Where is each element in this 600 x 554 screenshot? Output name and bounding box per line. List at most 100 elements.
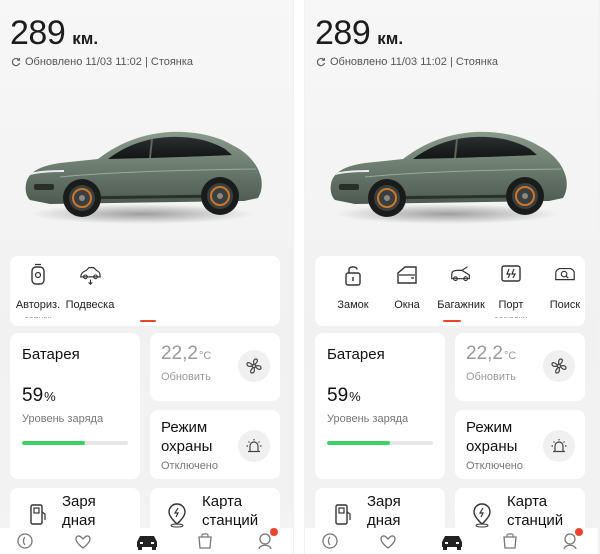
mileage-display: 289 км. xyxy=(10,14,98,53)
window-icon xyxy=(397,266,417,284)
climate-button[interactable] xyxy=(238,350,270,382)
tab-home[interactable] xyxy=(14,530,36,552)
quick-action-label: Поиск xyxy=(549,299,581,311)
battery-title: Батарея xyxy=(22,346,80,363)
quick-action-trunk[interactable]: Багажник xyxy=(433,256,489,326)
car-image[interactable] xyxy=(325,122,570,226)
mileage-display: 289 км. xyxy=(315,14,403,53)
screen-left: 289 км. Обновлено 11/03 11:02 | Стоянка … xyxy=(0,0,293,554)
quick-action-lock[interactable]: Замок xyxy=(325,256,381,326)
tab-profile[interactable] xyxy=(254,528,278,552)
mileage-unit: км. xyxy=(72,29,99,48)
shop-icon xyxy=(198,533,212,549)
alarm-icon xyxy=(551,439,567,453)
refresh-icon[interactable] xyxy=(11,57,21,67)
update-status-text: Обновлено 11/03 11:02 | Стоянка xyxy=(25,56,194,68)
battery-card[interactable]: Батарея 59% Уровень заряда xyxy=(10,333,140,479)
alarm-icon xyxy=(246,439,262,453)
quick-action-sublabel: запуск xyxy=(10,314,66,318)
map-pin-bolt-icon xyxy=(168,503,186,528)
guard-mode-button[interactable] xyxy=(543,430,575,462)
battery-card[interactable]: Батарея 59% Уровень заряда xyxy=(315,333,445,479)
quick-action-charge-port[interactable]: Порт зарядки xyxy=(483,256,539,326)
screen-right: 289 км. Обновлено 11/03 11:02 | Стоянка … xyxy=(305,0,598,554)
guard-mode-title: Режим охраны xyxy=(161,419,213,455)
guard-mode-button[interactable] xyxy=(238,430,270,462)
guard-mode-status: Отключено xyxy=(466,460,523,472)
home-icon xyxy=(322,533,338,549)
car-icon xyxy=(137,536,157,550)
guard-mode-card[interactable]: Режим охраны Отключено xyxy=(150,410,280,479)
guard-mode-status: Отключено xyxy=(161,460,218,472)
climate-refresh-label: Обновить xyxy=(466,371,516,383)
battery-label: Уровень заряда xyxy=(22,413,104,425)
update-status[interactable]: Обновлено 11/03 11:02 | Стоянка xyxy=(316,56,498,68)
climate-refresh-label: Обновить xyxy=(161,371,211,383)
update-status[interactable]: Обновлено 11/03 11:02 | Стоянка xyxy=(11,56,193,68)
map-pin-bolt-icon xyxy=(473,503,491,528)
cabin-temperature: 22,2°C xyxy=(466,343,517,364)
battery-bar-fill xyxy=(327,441,390,445)
quick-actions: Авториз. запуск Подвеска xyxy=(10,256,280,326)
tab-profile[interactable] xyxy=(559,528,583,552)
quick-action-autostart[interactable]: Авториз. запуск xyxy=(10,256,66,326)
notification-badge xyxy=(575,528,583,536)
climate-button[interactable] xyxy=(543,350,575,382)
tab-car[interactable] xyxy=(439,530,465,552)
screen-divider xyxy=(294,0,304,554)
charging-title: Заря дная xyxy=(62,493,96,529)
battery-percent: 59% xyxy=(327,385,361,406)
quick-action-find-car[interactable]: Поиск xyxy=(537,256,585,326)
bottom-tab-bar xyxy=(305,528,598,554)
battery-title: Батарея xyxy=(327,346,385,363)
charging-title: Заря дная xyxy=(367,493,401,529)
discover-icon xyxy=(380,535,396,549)
page-indicator xyxy=(140,320,156,322)
discover-icon xyxy=(75,535,91,549)
cabin-temperature: 22,2°C xyxy=(161,343,212,364)
update-status-text: Обновлено 11/03 11:02 | Стоянка xyxy=(330,56,499,68)
quick-actions: Замок Окна Багажник Порт зарядки Поиск xyxy=(315,256,585,326)
page-indicator xyxy=(443,320,461,322)
tab-shop[interactable] xyxy=(499,530,521,552)
car-search-icon xyxy=(555,267,575,281)
charger-icon xyxy=(30,504,46,525)
suspension-icon xyxy=(80,267,101,286)
battery-percent: 59% xyxy=(22,385,56,406)
battery-bar xyxy=(327,441,433,445)
charge-port-icon xyxy=(501,265,521,282)
shop-icon xyxy=(503,533,517,549)
bottom-tab-bar xyxy=(0,528,293,554)
climate-card[interactable]: 22,2°C Обновить xyxy=(150,333,280,401)
quick-action-windows[interactable]: Окна xyxy=(379,256,435,326)
battery-bar-fill xyxy=(22,441,85,445)
key-fob-icon xyxy=(31,263,45,285)
mileage-unit: км. xyxy=(377,29,404,48)
tab-discover[interactable] xyxy=(72,530,94,552)
tab-discover[interactable] xyxy=(377,530,399,552)
quick-action-suspension[interactable]: Подвеска xyxy=(62,256,118,326)
lock-icon xyxy=(345,266,361,286)
mileage-value: 289 xyxy=(10,14,66,52)
car-icon xyxy=(442,536,462,550)
guard-mode-card[interactable]: Режим охраны Отключено xyxy=(455,410,585,479)
tab-home[interactable] xyxy=(319,530,341,552)
battery-label: Уровень заряда xyxy=(327,413,409,425)
charging-map-title: Карта станций xyxy=(507,493,564,529)
notification-badge xyxy=(270,528,278,536)
tab-car[interactable] xyxy=(134,530,160,552)
quick-action-sublabel: зарядки xyxy=(483,314,539,318)
fan-icon xyxy=(246,358,262,374)
home-icon xyxy=(17,533,33,549)
fan-icon xyxy=(551,358,567,374)
mileage-value: 289 xyxy=(315,14,371,52)
tab-shop[interactable] xyxy=(194,530,216,552)
refresh-icon[interactable] xyxy=(316,57,326,67)
climate-card[interactable]: 22,2°C Обновить xyxy=(455,333,585,401)
battery-bar xyxy=(22,441,128,445)
guard-mode-title: Режим охраны xyxy=(466,419,518,455)
charger-icon xyxy=(335,504,351,525)
car-image[interactable] xyxy=(20,122,265,226)
trunk-icon xyxy=(451,266,470,282)
charging-map-title: Карта станций xyxy=(202,493,259,529)
